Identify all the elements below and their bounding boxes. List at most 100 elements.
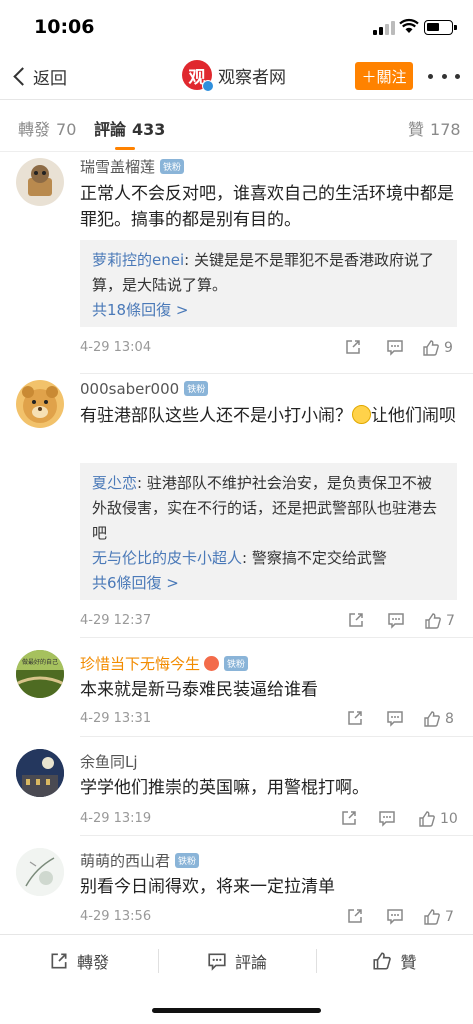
- avatar[interactable]: 做最好的自己: [16, 650, 64, 698]
- repost-button[interactable]: 轉發: [0, 935, 158, 987]
- thumbs-up-icon: [425, 613, 441, 629]
- username-text: 余鱼同Lj: [80, 753, 138, 771]
- reply-username[interactable]: 萝莉控的enei: [92, 251, 184, 269]
- share-icon[interactable]: [340, 809, 358, 827]
- more-replies-link[interactable]: 共6條回復 >: [92, 571, 445, 596]
- reply-text: : 警察搞不定交给武警: [242, 549, 387, 567]
- comment-username[interactable]: 萌萌的西山君 铁粉: [80, 850, 200, 871]
- tab-reposts-label: 轉發: [18, 120, 51, 139]
- brand-logo: 观: [182, 60, 214, 92]
- comment-date: 4-29 13:19: [80, 811, 152, 826]
- thumbs-up-icon: [373, 952, 392, 970]
- thumbs-up-icon: [424, 711, 440, 727]
- like-button[interactable]: 8: [423, 709, 454, 729]
- share-icon[interactable]: [344, 338, 362, 356]
- comment-item: 000saber000 铁粉 有驻港部队这些人还不是小打小闹？ 让他们闹呗 夏尐恋:…: [0, 374, 473, 638]
- avatar[interactable]: [16, 848, 64, 896]
- avatar-caption: 做最好的自己: [22, 658, 58, 666]
- wifi-icon: [399, 18, 419, 33]
- reply-line: 无与伦比的皮卡小超人: 警察搞不定交给武警: [92, 546, 445, 571]
- like-count: 9: [444, 340, 453, 356]
- comment-button[interactable]: 評論: [158, 935, 316, 987]
- chevron-left-icon: [13, 66, 32, 86]
- tab-likes-label: 贊: [408, 120, 425, 139]
- reply-preview[interactable]: 萝莉控的enei: 关键是是不是罪犯不是香港政府说了算，是大陆说了算。 共18條…: [80, 240, 457, 327]
- comment-footer: 4-29 13:31 8: [80, 709, 460, 729]
- thumbs-up-icon: [423, 340, 439, 356]
- comment-icon: [208, 953, 226, 971]
- username-text: 珍惜当下无悔今生: [80, 655, 201, 673]
- comment-username[interactable]: 瑞雪盖榴莲 铁粉: [80, 156, 185, 177]
- reply-line: 夏尐恋: 驻港部队不维护社会治安，是负责保卫不被外敌侵害，实在不行的话，还是把武…: [92, 471, 445, 546]
- account-header[interactable]: 观 观察者网: [182, 60, 286, 92]
- tab-likes-count: 178: [430, 120, 461, 139]
- tab-likes[interactable]: 贊 178: [408, 116, 461, 140]
- like-count: 8: [445, 711, 454, 727]
- comment-item: 萌萌的西山君 铁粉 别看今日闹得欢，将来一定拉清单 4-29 13:56 7: [0, 836, 473, 934]
- more-replies-link[interactable]: 共18條回復 >: [92, 298, 445, 323]
- tab-comments[interactable]: 評論 433: [94, 116, 165, 140]
- home-indicator[interactable]: [152, 1008, 321, 1013]
- comment-icon[interactable]: [386, 907, 404, 925]
- like-button[interactable]: 7: [424, 611, 455, 631]
- tab-reposts-count: 70: [56, 120, 77, 139]
- avatar[interactable]: [16, 380, 64, 428]
- username-text: 瑞雪盖榴莲: [80, 158, 156, 176]
- tab-comments-count: 433: [132, 120, 166, 139]
- comment-text: 有驻港部队这些人还不是小打小闹？ 让他们闹呗: [80, 403, 460, 429]
- fan-badge: 铁粉: [224, 656, 249, 671]
- like-button[interactable]: 7: [423, 907, 454, 927]
- tab-reposts[interactable]: 轉發 70: [18, 116, 76, 140]
- reply-username[interactable]: 无与伦比的皮卡小超人: [92, 549, 242, 567]
- comment-footer: 4-29 13:04 9: [80, 338, 460, 358]
- comment-item: 做最好的自己 珍惜当下无悔今生 铁粉 本来就是新马泰难民装逼给谁看 4-29 13…: [0, 638, 473, 737]
- avatar[interactable]: [16, 749, 64, 797]
- like-post-button[interactable]: 贊: [316, 935, 473, 987]
- comment-username[interactable]: 000saber000 铁粉: [80, 380, 209, 398]
- fan-badge: 铁粉: [184, 381, 209, 396]
- share-icon[interactable]: [346, 709, 364, 727]
- comment-icon[interactable]: [378, 809, 396, 827]
- more-options-icon[interactable]: [428, 74, 460, 80]
- repost-label: 轉發: [76, 953, 109, 972]
- reply-preview[interactable]: 夏尐恋: 驻港部队不维护社会治安，是负责保卫不被外敌侵害，实在不行的话，还是把武…: [80, 463, 457, 600]
- like-count: 10: [440, 811, 458, 827]
- back-label: 返回: [33, 68, 67, 89]
- comment-text: 本来就是新马泰难民装逼给谁看: [80, 680, 318, 700]
- comment-icon[interactable]: [386, 338, 404, 356]
- battery-icon: [424, 20, 457, 35]
- reply-username[interactable]: 夏尐恋: [92, 474, 137, 492]
- comment-footer: 4-29 12:37 7: [80, 611, 460, 631]
- like-button[interactable]: 9: [422, 338, 453, 358]
- comment-date: 4-29 12:37: [80, 613, 152, 628]
- status-time: 10:06: [34, 16, 95, 38]
- comment-text: 正常人不会反对吧，谁喜欢自己的生活环境中都是罪犯。搞事的都是别有目的。: [80, 184, 454, 230]
- grin-emoji-icon: [352, 405, 371, 424]
- share-icon[interactable]: [346, 907, 364, 925]
- like-count: 7: [446, 613, 455, 629]
- like-count: 7: [445, 909, 454, 925]
- avatar[interactable]: [16, 158, 64, 206]
- fan-badge: 铁粉: [160, 159, 185, 174]
- comment-username[interactable]: 余鱼同Lj: [80, 751, 138, 772]
- back-button[interactable]: 返回: [10, 62, 67, 90]
- comment-date: 4-29 13:56: [80, 909, 152, 924]
- reply-text: : 驻港部队不维护社会治安，是负责保卫不被外敌侵害，实在不行的话，还是把武警部队…: [92, 474, 438, 542]
- share-icon[interactable]: [347, 611, 365, 629]
- thumbs-up-icon: [419, 811, 435, 827]
- account-name: 观察者网: [218, 67, 286, 88]
- comment-text-part: 让他们闹呗: [371, 406, 456, 426]
- tab-comments-label: 評論: [94, 120, 127, 139]
- verified-badge-icon: [202, 80, 214, 92]
- thumbs-up-icon: [424, 909, 440, 925]
- comment-icon[interactable]: [387, 611, 405, 629]
- comment-icon[interactable]: [386, 709, 404, 727]
- nav-bar: 返回 观 观察者网 ＋關注: [0, 52, 473, 100]
- repost-icon: [51, 953, 67, 969]
- comment-username[interactable]: 珍惜当下无悔今生 铁粉: [80, 653, 249, 674]
- follow-button[interactable]: ＋關注: [355, 62, 413, 90]
- like-button[interactable]: 10: [418, 809, 458, 829]
- vip-crown-icon: [204, 656, 220, 671]
- comment-text: 别看今日闹得欢，将来一定拉清单: [80, 877, 335, 897]
- cellular-signal-icon: [373, 21, 397, 35]
